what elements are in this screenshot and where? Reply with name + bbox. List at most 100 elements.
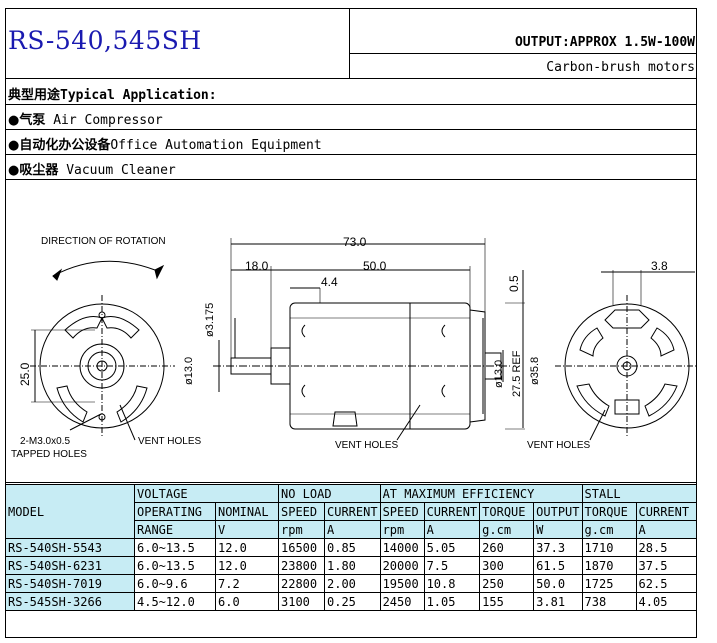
header-max-efficiency: AT MAXIMUM EFFICIENCY xyxy=(379,484,583,503)
application-item: ●吸尘器 Vacuum Cleaner xyxy=(8,159,176,178)
header-cell: CURRENT xyxy=(423,502,481,521)
value-cell: 50.0 xyxy=(533,574,583,593)
application-en: Office Automation Equipment xyxy=(110,138,322,153)
tapped-holes-line2: TAPPED HOLES xyxy=(11,449,87,460)
dim-shaft: ø3.175 xyxy=(204,303,216,337)
table-row: RS-545SH-3266 4.5~12.0 6.0 3100 0.25 2450 1.05… xyxy=(5,592,697,611)
dim-50: 50.0 xyxy=(363,259,387,273)
tapped-holes-line1: 2-M3.0x0.5 xyxy=(20,436,70,447)
value-cell: 22800 xyxy=(278,574,325,593)
model-cell: RS-540SH-7019 xyxy=(5,574,135,593)
motor-type: Carbon-brush motors xyxy=(546,60,695,75)
unit-cell: RANGE xyxy=(134,520,216,539)
value-cell: 12.0 xyxy=(215,556,279,575)
value-cell: 1710 xyxy=(581,538,637,557)
divider xyxy=(5,179,697,180)
unit-cell: W xyxy=(533,520,583,539)
value-cell: 7.5 xyxy=(423,556,481,575)
value-cell: 16500 xyxy=(278,538,325,557)
value-cell: 7.2 xyxy=(215,574,279,593)
header-stall: STALL xyxy=(581,484,697,503)
header-model: MODEL xyxy=(5,484,135,539)
value-cell: 28.5 xyxy=(635,538,697,557)
value-cell: 61.5 xyxy=(533,556,583,575)
application-heading: 典型用途Typical Application: xyxy=(8,84,217,103)
value-cell: 23800 xyxy=(278,556,325,575)
value-cell: 3100 xyxy=(278,592,325,611)
value-cell: 738 xyxy=(581,592,637,611)
dim-25: 25.0 xyxy=(18,362,32,386)
value-cell: 250 xyxy=(479,574,535,593)
vent-holes-right: VENT HOLES xyxy=(527,440,590,451)
header-cell: SPEED xyxy=(379,502,425,521)
header-divider xyxy=(349,8,350,78)
header-cell: TORQUE xyxy=(479,502,535,521)
header-cell: CURRENT xyxy=(635,502,697,521)
dim-0-5: 0.5 xyxy=(507,275,521,292)
application-heading-en: Typical Application: xyxy=(60,88,217,103)
dim-d13-left: ø13.0 xyxy=(183,357,195,385)
value-cell: 2.00 xyxy=(324,574,381,593)
unit-cell: A xyxy=(635,520,697,539)
value-cell: 6.0~9.6 xyxy=(134,574,216,593)
application-item: ●气泵 Air Compressor xyxy=(8,109,163,128)
dim-27-5-ref: 27.5 REF xyxy=(511,350,523,397)
value-cell: 4.5~12.0 xyxy=(134,592,216,611)
application-cn: 吸尘器 xyxy=(19,163,59,178)
header-voltage: VOLTAGE xyxy=(134,484,279,503)
output-text: OUTPUT:APPROX 1.5W-100W xyxy=(514,35,695,50)
divider xyxy=(5,482,697,483)
table-row: RS-540SH-7019 6.0~9.6 7.2 22800 2.00 19500 10.… xyxy=(5,574,697,593)
motor-drawing: DIRECTION OF ROTATION 73.0 18.0 50.0 4.4… xyxy=(11,235,697,460)
application-cn: 自动化办公设备 xyxy=(19,138,111,153)
vent-holes-mid: VENT HOLES xyxy=(335,440,398,451)
dim-4-4: 4.4 xyxy=(321,275,338,289)
bullet-icon: ● xyxy=(8,163,20,178)
value-cell: 1.05 xyxy=(423,592,481,611)
table-row: RS-540SH-6231 6.0~13.5 12.0 23800 1.80 20000 7… xyxy=(5,556,697,575)
model-cell: RS-540SH-6231 xyxy=(5,556,135,575)
value-cell: 1.80 xyxy=(324,556,381,575)
header-cell: NOMINAL xyxy=(215,502,279,521)
application-item: ●自动化办公设备Office Automation Equipment xyxy=(8,134,322,153)
unit-cell: A xyxy=(423,520,481,539)
value-cell: 14000 xyxy=(379,538,425,557)
value-cell: 62.5 xyxy=(635,574,697,593)
unit-cell: rpm xyxy=(379,520,425,539)
application-en: Vacuum Cleaner xyxy=(66,163,176,178)
table-header-row: MODEL VOLTAGE NO LOAD AT MAXIMUM EFFICIE… xyxy=(5,484,697,539)
value-cell: 10.8 xyxy=(423,574,481,593)
header-cell: OPERATING xyxy=(134,502,216,521)
value-cell: 2450 xyxy=(379,592,425,611)
dim-d13-right: ø13.0 xyxy=(493,360,505,388)
value-cell: 37.3 xyxy=(533,538,583,557)
value-cell: 4.05 xyxy=(635,592,697,611)
dim-total: 73.0 xyxy=(343,235,367,249)
value-cell: 12.0 xyxy=(215,538,279,557)
unit-cell: V xyxy=(215,520,279,539)
value-cell: 260 xyxy=(479,538,535,557)
divider xyxy=(5,154,697,155)
header-cell: TORQUE xyxy=(581,502,637,521)
value-cell: 6.0~13.5 xyxy=(134,538,216,557)
value-cell: 20000 xyxy=(379,556,425,575)
value-cell: 1870 xyxy=(581,556,637,575)
spec-table: MODEL VOLTAGE NO LOAD AT MAXIMUM EFFICIE… xyxy=(5,484,697,611)
value-cell: 6.0~13.5 xyxy=(134,556,216,575)
header-cell: SPEED xyxy=(278,502,325,521)
value-cell: 155 xyxy=(479,592,535,611)
value-cell: 0.25 xyxy=(324,592,381,611)
model-cell: RS-540SH-5543 xyxy=(5,538,135,557)
value-cell: 300 xyxy=(479,556,535,575)
dim-35-8: ø35.8 xyxy=(529,357,541,385)
value-cell: 19500 xyxy=(379,574,425,593)
value-cell: 1725 xyxy=(581,574,637,593)
vent-holes-left: VENT HOLES xyxy=(138,436,201,447)
bullet-icon: ● xyxy=(8,113,20,128)
table-row: RS-540SH-5543 6.0~13.5 12.0 16500 0.85 14000 5… xyxy=(5,538,697,557)
divider xyxy=(5,104,697,105)
unit-cell: g.cm xyxy=(581,520,637,539)
header-mid-divider xyxy=(349,53,697,54)
application-cn: 气泵 xyxy=(19,113,46,128)
divider xyxy=(5,78,697,79)
